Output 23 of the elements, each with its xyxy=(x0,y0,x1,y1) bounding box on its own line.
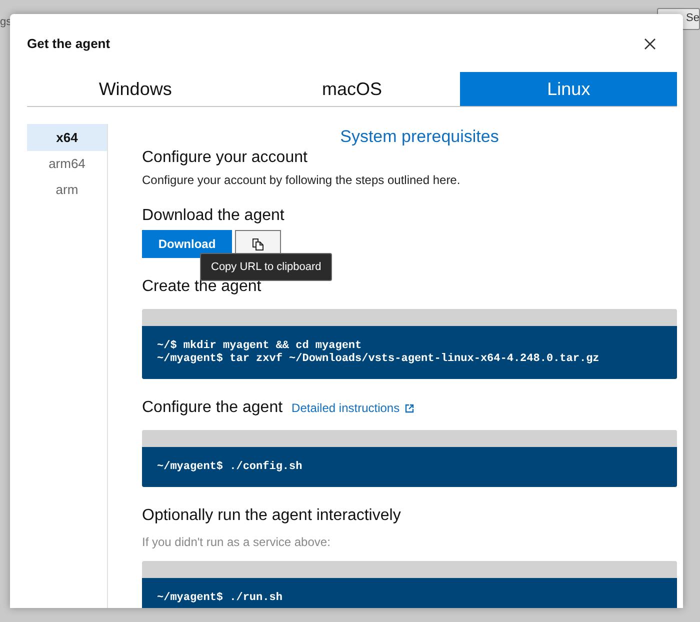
section-heading: Optionally run the agent interactively xyxy=(142,506,401,526)
os-tab[interactable]: Linux xyxy=(460,72,678,106)
external-link-icon xyxy=(404,404,414,412)
section-heading: Configure your account xyxy=(142,148,308,168)
download-button[interactable]: Download xyxy=(142,230,232,258)
copy-icon xyxy=(252,238,264,250)
architecture-item[interactable]: x64 xyxy=(27,124,107,151)
code-line: ~/$ mkdir myagent && cd myagent xyxy=(157,340,363,352)
code-line: ~/myagent$ tar zxvf ~/Downloads/vsts-agent-linux-x64-4.248.0.tar.gz xyxy=(157,353,600,366)
section-note: If you didn't run as a service above: xyxy=(142,535,332,549)
section-description: Configure your account by following the steps outlined here. xyxy=(142,173,462,187)
close-icon xyxy=(643,36,657,50)
close-button[interactable] xyxy=(643,36,657,50)
dialog-title: Get the agent xyxy=(27,36,110,51)
code-line: ~/myagent$ ./config.sh xyxy=(157,461,304,474)
prerequisites-link[interactable]: System prerequisites xyxy=(142,127,677,147)
tooltip: Copy URL to clipboard xyxy=(200,253,332,281)
instructions-link[interactable]: Detailed instructions xyxy=(292,398,414,418)
section-heading: Configure the agent xyxy=(142,398,283,418)
section-heading: Download the agent xyxy=(142,206,284,226)
code-line: ~/myagent$ ./run.sh xyxy=(157,592,284,605)
architecture-item[interactable]: arm64 xyxy=(27,150,107,177)
architecture-item[interactable]: arm xyxy=(27,176,107,203)
